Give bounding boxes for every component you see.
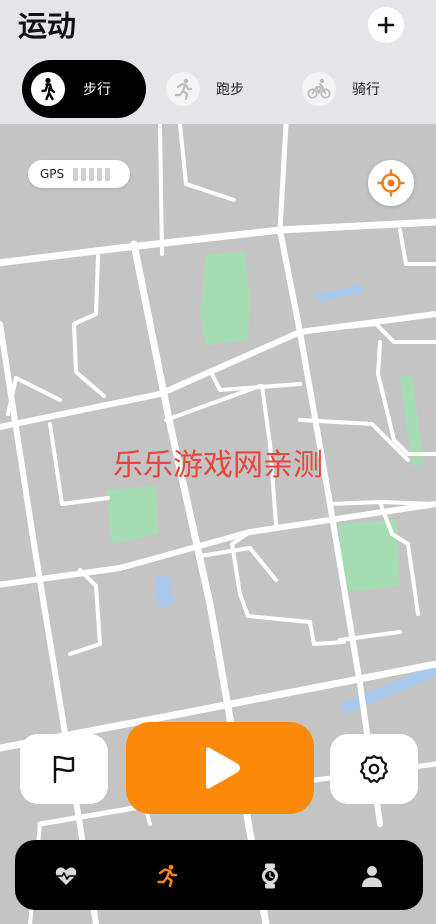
start-button[interactable]: [126, 722, 314, 814]
tab-ride[interactable]: 骑行: [302, 60, 380, 118]
nav-profile[interactable]: [358, 862, 386, 890]
nav-workout[interactable]: [153, 862, 181, 890]
flag-icon: [53, 755, 75, 784]
tab-ride-label: 骑行: [352, 82, 380, 98]
add-button[interactable]: [368, 7, 404, 43]
nav-health[interactable]: [52, 862, 80, 890]
header: 运动 步行 跑步 骑行: [0, 0, 436, 124]
tab-run[interactable]: 跑步: [166, 60, 244, 118]
person-icon: [362, 866, 382, 887]
gps-indicator: GPS: [28, 160, 130, 188]
walk-icon: [31, 72, 65, 106]
water-area: [314, 284, 364, 302]
tab-walk[interactable]: 步行: [22, 60, 146, 118]
gear-icon: [359, 754, 389, 784]
park-area: [200, 252, 250, 346]
page-title: 运动: [18, 9, 77, 43]
sport-tabs: 步行 跑步 骑行: [0, 60, 436, 120]
map-view[interactable]: GPS 乐乐游戏网亲测: [0, 124, 436, 924]
park-area: [106, 486, 158, 544]
play-icon: [206, 747, 240, 789]
gps-label: GPS: [40, 167, 65, 181]
locate-button[interactable]: [368, 160, 414, 206]
plus-icon: [377, 16, 395, 34]
crosshair-icon: [377, 169, 405, 197]
running-person-icon: [157, 864, 178, 888]
gps-signal-bars: [73, 167, 111, 181]
bottom-navigation: [15, 840, 423, 910]
heart-pulse-icon: [55, 867, 77, 885]
watch-icon: [262, 863, 278, 889]
run-icon: [166, 72, 200, 106]
tab-walk-label: 步行: [83, 82, 111, 98]
flag-button[interactable]: [20, 734, 108, 804]
water-area: [154, 574, 174, 610]
watermark-text: 乐乐游戏网亲测: [113, 448, 323, 483]
settings-button[interactable]: [330, 734, 418, 804]
bike-icon: [302, 72, 336, 106]
nav-device[interactable]: [256, 862, 284, 890]
tab-run-label: 跑步: [216, 82, 244, 98]
